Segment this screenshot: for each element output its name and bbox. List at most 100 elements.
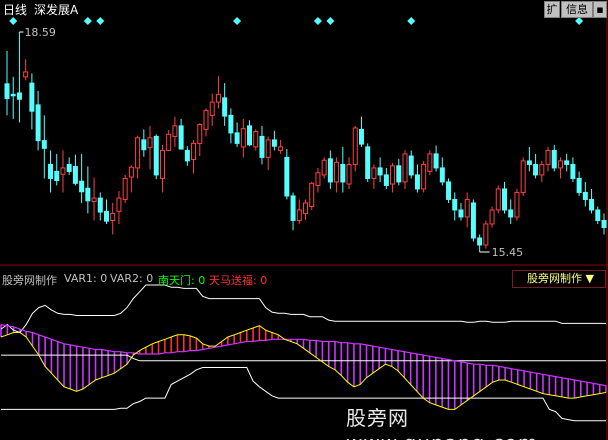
signal-marker xyxy=(9,17,18,25)
candle-body xyxy=(477,237,483,246)
candle-body xyxy=(377,167,383,176)
candle-body xyxy=(91,197,97,203)
candle-body xyxy=(259,135,265,158)
candle-body xyxy=(85,187,91,202)
candle-body xyxy=(215,93,221,103)
candle-body xyxy=(421,163,427,190)
candle-body xyxy=(271,139,277,147)
candle-body xyxy=(439,167,445,183)
candle-body xyxy=(327,158,333,183)
candle-body xyxy=(234,132,240,144)
candle-body xyxy=(16,92,22,100)
candle-body xyxy=(470,202,476,239)
candle-body xyxy=(483,223,489,246)
candle-body xyxy=(582,191,588,200)
candle-body xyxy=(358,128,364,145)
menu-button[interactable]: ▪ xyxy=(593,1,607,18)
candle-body xyxy=(321,159,327,176)
candle-body xyxy=(595,209,601,221)
candle-body xyxy=(41,140,47,149)
candle-body xyxy=(396,165,402,183)
candle-body xyxy=(526,160,532,165)
candle-body xyxy=(315,172,321,186)
candle-body xyxy=(340,163,346,183)
candle-body xyxy=(464,198,470,218)
candle-body xyxy=(66,163,72,172)
var2-value: VAR2: 0 xyxy=(110,272,154,285)
candle-body xyxy=(520,160,526,193)
oscillator-line xyxy=(0,325,607,410)
candle-body xyxy=(79,180,85,193)
candle-body xyxy=(383,174,389,186)
candle-body xyxy=(452,198,458,211)
candle-body xyxy=(390,165,396,185)
candle-body xyxy=(570,163,576,179)
candle-body xyxy=(489,209,495,225)
candle-body xyxy=(48,163,54,179)
upper-band-line xyxy=(0,284,606,334)
candle-body xyxy=(184,149,190,162)
candle-body xyxy=(533,163,539,176)
expand-button[interactable]: 扩 xyxy=(544,1,560,18)
candle-body xyxy=(265,139,271,158)
chart-window: { "header":{"period":"日线","name":"深发展A"}… xyxy=(0,0,608,440)
candle-body xyxy=(97,197,103,213)
mid-line xyxy=(1,354,606,362)
candle-body xyxy=(60,167,66,175)
candle-body xyxy=(508,209,514,218)
signal-marker xyxy=(313,17,322,25)
candle-body xyxy=(601,219,607,228)
period-label[interactable]: 日线 xyxy=(3,1,27,18)
indicator-selector[interactable]: 股旁网制作 ▼ xyxy=(512,270,606,288)
candle-body xyxy=(557,160,563,169)
candle-body xyxy=(147,137,153,149)
candle-body xyxy=(72,166,78,184)
candle-body xyxy=(10,93,16,97)
candle-body xyxy=(4,83,10,100)
candle-body xyxy=(128,166,134,178)
candle-body xyxy=(514,191,520,218)
candle-body xyxy=(116,197,122,212)
tianma-value: 天马送福: 0 xyxy=(209,274,268,287)
candle-body xyxy=(209,101,215,116)
candle-body xyxy=(414,174,420,190)
candle-body xyxy=(433,153,439,169)
candle-body xyxy=(402,153,408,183)
candle-body xyxy=(346,163,352,185)
candle-body xyxy=(54,170,60,182)
candle-body xyxy=(141,139,147,151)
signal-marker xyxy=(575,17,584,25)
low-value-label: 15.45 xyxy=(492,246,524,259)
candle-body xyxy=(446,181,452,200)
candle-body xyxy=(427,153,433,172)
signal-marker xyxy=(326,17,335,25)
candle-body xyxy=(284,156,290,197)
signal-marker xyxy=(96,17,105,25)
candle-body xyxy=(564,160,570,165)
var1-value: VAR1: 0 xyxy=(64,272,108,285)
candle-body xyxy=(178,125,184,150)
candle-body xyxy=(408,155,414,176)
info-button[interactable]: 信息 xyxy=(561,1,593,18)
indicator-title: 股旁网制作 xyxy=(2,274,57,287)
candle-body xyxy=(203,109,209,130)
candle-body xyxy=(191,142,197,161)
candle-body xyxy=(365,146,371,179)
candle-body xyxy=(296,209,302,221)
candle-body xyxy=(334,161,340,183)
candle-body xyxy=(589,198,595,211)
candle-body xyxy=(153,135,159,176)
candle-body xyxy=(551,149,557,169)
candle-body xyxy=(371,167,377,179)
candle-body xyxy=(172,125,178,137)
chart-canvas: 18.59 15.45 xyxy=(0,0,608,440)
candle-body xyxy=(35,104,41,142)
nantianmen-value: 南天门: 0 xyxy=(158,274,206,287)
candle-body xyxy=(122,177,128,200)
candle-body xyxy=(222,97,228,117)
watermark: 股旁网 www.gupang.com xyxy=(346,406,537,440)
candle-body xyxy=(303,202,308,214)
high-value-label: 18.59 xyxy=(24,26,56,39)
candle-body xyxy=(110,212,116,221)
signal-marker xyxy=(407,17,416,25)
